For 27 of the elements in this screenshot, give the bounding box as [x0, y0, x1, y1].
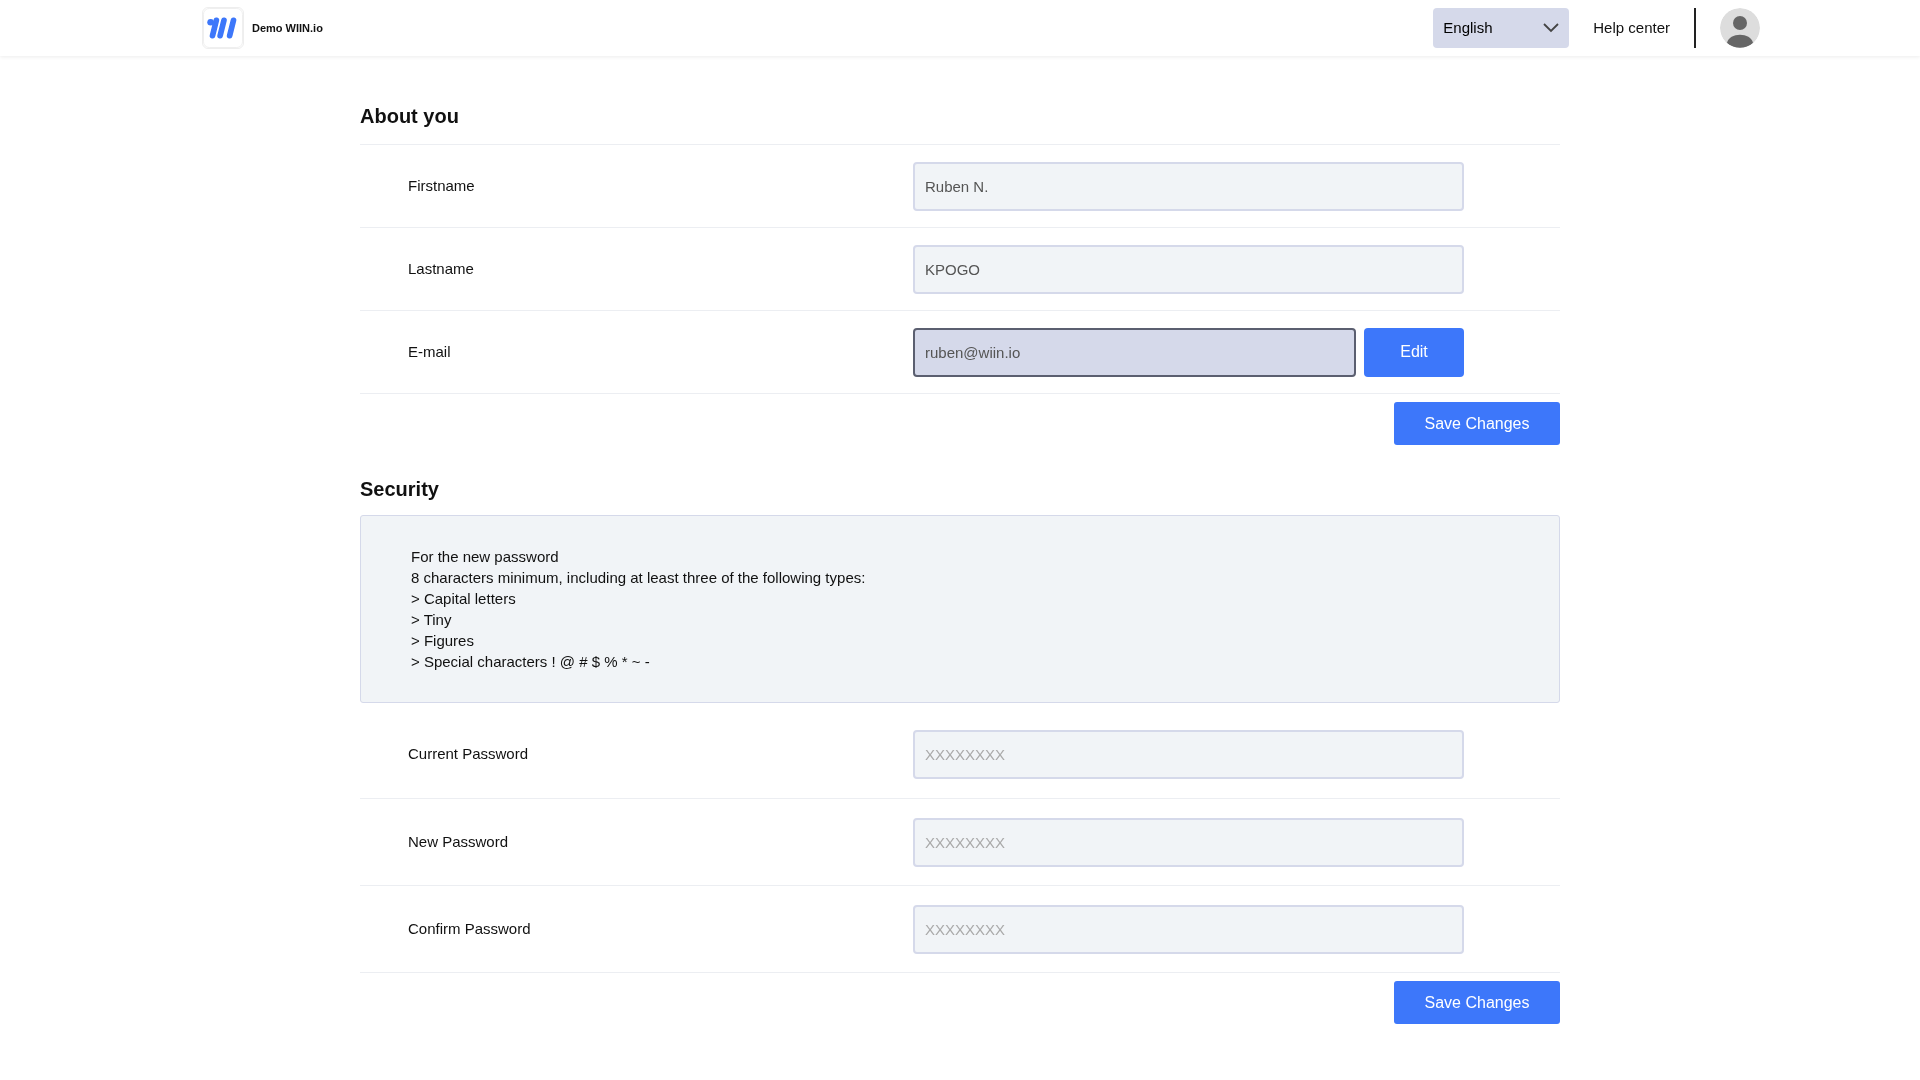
chevron-down-icon [1543, 23, 1560, 33]
rule-text: 8 characters minimum, including at least three of the following types: [411, 568, 867, 588]
input-field[interactable]: XXXXXXXX [913, 904, 1464, 954]
brand-name: Demo WIIN.io [252, 20, 323, 36]
avatar-icon[interactable] [1720, 8, 1760, 48]
section-title: Security [360, 477, 440, 501]
logo-icon [202, 7, 244, 49]
help-center-link[interactable]: Help center [1593, 16, 1670, 40]
rule-text: For the new password [411, 547, 560, 567]
rule-text: > Capital letters [411, 589, 517, 609]
input-field[interactable]: KPOGO [913, 244, 1464, 294]
field-label: Confirm Password [408, 918, 532, 939]
save-changes-button[interactable]: Save Changes [1394, 981, 1560, 1024]
rule-text: > Figures [411, 631, 475, 651]
field-label: New Password [408, 831, 510, 852]
rule-text: > Tiny [411, 610, 453, 630]
rule-text: > Special characters ! @ # $ % * ~ - [411, 652, 651, 672]
field-label: Current Password [408, 744, 530, 765]
field-label: E-mail [408, 341, 452, 362]
language-select[interactable]: English [1433, 8, 1570, 48]
save-changes-button[interactable]: Save Changes [1394, 402, 1560, 445]
input-field[interactable]: XXXXXXXX [913, 730, 1464, 779]
field-label: Lastname [408, 258, 475, 279]
input-field[interactable]: Ruben N. [913, 161, 1464, 211]
section-title: About you [360, 104, 460, 128]
field-label: Firstname [408, 175, 476, 196]
input-field[interactable]: XXXXXXXX [913, 817, 1464, 867]
